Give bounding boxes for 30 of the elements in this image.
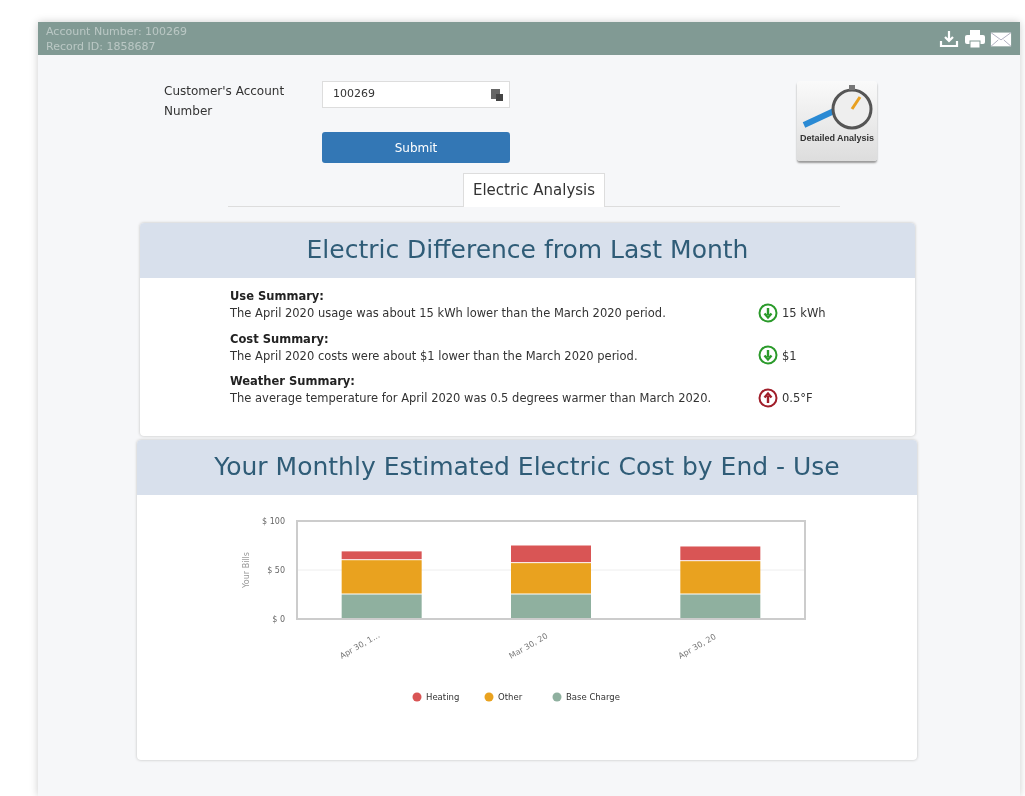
axis-tick-label: $ 100 — [262, 517, 285, 526]
field-label: Customer's Account Number — [164, 84, 285, 118]
header-info-text: Record ID: 1858687 — [46, 38, 157, 54]
legend-label: Other — [498, 692, 523, 702]
category-label: Apr 30, 1… — [338, 630, 382, 661]
legend-label: Heating — [426, 692, 460, 702]
print-icon[interactable] — [964, 28, 986, 49]
axis-tick-label: $ 50 — [267, 566, 285, 575]
summary-heading: Use Summary: — [230, 288, 325, 305]
legend-label: Base Charge — [566, 692, 620, 702]
axis-tick-label: $ 0 — [272, 615, 285, 624]
detailed-analysis-button[interactable]: Detailed Analysis — [797, 81, 877, 161]
account-number-field[interactable]: 100269 — [322, 81, 510, 108]
axis-title: Your Bills — [242, 552, 251, 588]
header-info-text: Account Number: 100269 — [46, 23, 188, 39]
summary-text: The average temperature for April 2020 was 0.5 degrees warmer than March 2020. — [230, 390, 713, 408]
summary-heading: Weather Summary: — [230, 373, 356, 390]
section-heading: Electric Difference from Last Month — [140, 222, 915, 278]
difference-value: 0.5°F — [782, 390, 813, 408]
download-icon[interactable] — [938, 28, 960, 49]
submit-button[interactable]: Submit — [322, 132, 510, 163]
tab[interactable]: Electric Analysis — [462, 173, 606, 207]
category-label: Apr 30, 20 — [676, 632, 718, 661]
summary-heading: Cost Summary: — [230, 330, 330, 348]
difference-value: 15 kWh — [782, 305, 826, 323]
summary-text: The April 2020 costs were about $1 lower than the March 2020 period. — [230, 347, 639, 365]
section-heading: Your Monthly Estimated Electric Cost by End - Use — [137, 439, 917, 495]
difference-value: $1 — [782, 347, 797, 365]
summary-text: The April 2020 usage was about 15 kWh lower than the March 2020 period. — [230, 305, 667, 323]
category-label: Mar 30, 20 — [507, 631, 550, 661]
